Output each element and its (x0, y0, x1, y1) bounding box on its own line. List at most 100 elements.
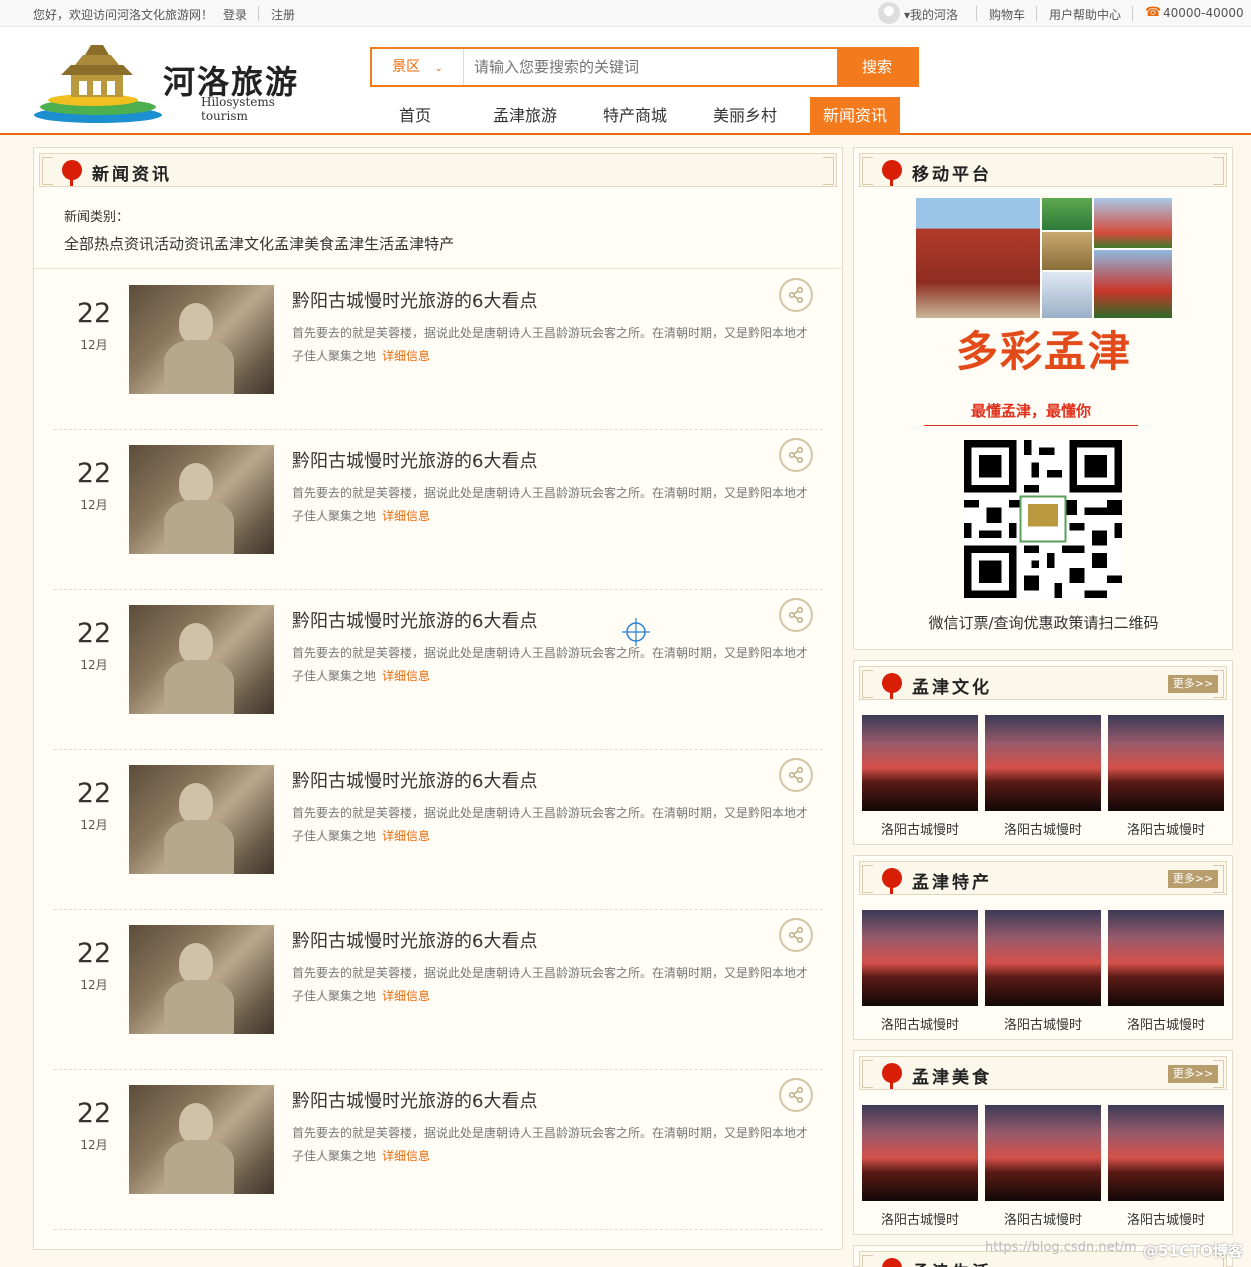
news-item: 22 12月 黔阳古城慢时光旅游的6大看点 首先要去的就是芙蓉楼，据说此处是唐朝诗人王… (54, 590, 823, 750)
nav-mengjin-tourism[interactable]: 孟津旅游 (480, 97, 570, 135)
news-thumbnail[interactable] (129, 605, 274, 714)
news-thumbnail[interactable] (129, 765, 274, 874)
sunset-thumbnail[interactable] (985, 1105, 1101, 1201)
cart-link[interactable]: 购物车 (989, 6, 1025, 23)
divider (1132, 6, 1133, 21)
lantern-icon (882, 1258, 902, 1267)
lantern-icon (882, 868, 902, 894)
nav-news[interactable]: 新闻资讯 (810, 97, 900, 135)
avatar[interactable] (878, 2, 900, 24)
nav-beautiful-village[interactable]: 美丽乡村 (700, 97, 790, 135)
side-section-caption[interactable]: 洛阳古城慢时 (985, 1014, 1101, 1033)
news-title[interactable]: 黔阳古城慢时光旅游的6大看点 (292, 1087, 537, 1113)
category-link[interactable]: 活动资讯 (154, 235, 214, 253)
news-month: 12月 (80, 978, 108, 992)
category-link[interactable]: 孟津特产 (394, 235, 454, 253)
sunset-thumbnail[interactable] (862, 910, 978, 1006)
side-section-caption[interactable]: 洛阳古城慢时 (862, 1209, 978, 1228)
news-thumbnail[interactable] (129, 445, 274, 554)
side-section-caption[interactable]: 洛阳古城慢时 (1108, 1209, 1224, 1228)
side-section-caption[interactable]: 洛阳古城慢时 (862, 1014, 978, 1033)
scenic-collage-image (916, 198, 1172, 318)
news-day: 22 (76, 458, 112, 489)
news-title[interactable]: 黔阳古城慢时光旅游的6大看点 (292, 447, 537, 473)
detail-link[interactable]: 详细信息 (382, 669, 430, 683)
news-thumbnail[interactable] (129, 925, 274, 1034)
phone-number: 40000-40000 (1163, 6, 1244, 20)
share-icon[interactable] (779, 1078, 813, 1112)
side-section-card[interactable]: 洛阳古城慢时 (1108, 910, 1224, 1033)
detail-link[interactable]: 详细信息 (382, 509, 430, 523)
search-category-label: 景区 (392, 59, 421, 75)
category-link[interactable]: 孟津文化 (214, 235, 274, 253)
news-desc-text: 首先要去的就是芙蓉楼，据说此处是唐朝诗人王昌龄游玩会客之所。在清朝时期，又是黔阳… (292, 806, 809, 843)
side-section-card[interactable]: 洛阳古城慢时 (862, 715, 978, 838)
share-icon[interactable] (779, 278, 813, 312)
qr-code-icon[interactable] (964, 440, 1122, 598)
more-button[interactable]: 更多>> (1168, 870, 1218, 888)
divider (34, 268, 843, 269)
share-icon[interactable] (779, 438, 813, 472)
more-button[interactable]: 更多>> (1168, 675, 1218, 693)
nav-specialty-mall[interactable]: 特产商城 (590, 97, 680, 135)
side-section-caption[interactable]: 洛阳古城慢时 (1108, 819, 1224, 838)
side-section-panel: 孟津文化 更多>> 洛阳古城慢时 洛阳古城慢时 洛阳古城慢时 (853, 660, 1233, 845)
my-account-link[interactable]: ▾我的河洛 (904, 6, 958, 23)
news-day: 22 (76, 298, 112, 329)
share-icon[interactable] (779, 758, 813, 792)
side-section-card[interactable]: 洛阳古城慢时 (1108, 715, 1224, 838)
divider (976, 6, 977, 21)
category-link[interactable]: 孟津美食 (274, 235, 334, 253)
nav-home[interactable]: 首页 (380, 97, 450, 135)
news-title[interactable]: 黔阳古城慢时光旅游的6大看点 (292, 927, 537, 953)
search-input[interactable] (464, 49, 838, 85)
sunset-thumbnail[interactable] (1108, 715, 1224, 811)
category-link[interactable]: 孟津生活 (334, 235, 394, 253)
register-link[interactable]: 注册 (271, 6, 295, 23)
search-category-select[interactable]: 景区 ⌄ (372, 49, 464, 85)
sunset-thumbnail[interactable] (985, 910, 1101, 1006)
side-section-card[interactable]: 洛阳古城慢时 (985, 715, 1101, 838)
side-section-caption[interactable]: 洛阳古城慢时 (862, 819, 978, 838)
category-link[interactable]: 全部 (64, 235, 94, 253)
news-month: 12月 (80, 658, 108, 672)
detail-link[interactable]: 详细信息 (382, 989, 430, 1003)
detail-link[interactable]: 详细信息 (382, 829, 430, 843)
detail-link[interactable]: 详细信息 (382, 1149, 430, 1163)
news-panel-title: 新闻资讯 (92, 165, 172, 185)
share-icon[interactable] (779, 918, 813, 952)
side-section-card[interactable]: 洛阳古城慢时 (985, 1105, 1101, 1228)
more-button[interactable]: 更多>> (1168, 1065, 1218, 1083)
sunset-thumbnail[interactable] (985, 715, 1101, 811)
mobile-slogan: 最懂孟津，最懂你 (924, 400, 1138, 426)
site-logo[interactable]: 河洛旅游 Hilosystems tourism (33, 37, 323, 127)
news-thumbnail[interactable] (129, 285, 274, 394)
side-section-card[interactable]: 洛阳古城慢时 (862, 1105, 978, 1228)
side-section-title: 孟津文化 (912, 678, 992, 698)
side-section-card[interactable]: 洛阳古城慢时 (862, 910, 978, 1033)
side-section-header: 孟津文化 更多>> (859, 666, 1227, 700)
side-section-caption[interactable]: 洛阳古城慢时 (985, 819, 1101, 838)
help-center-link[interactable]: 用户帮助中心 (1049, 6, 1121, 23)
news-title[interactable]: 黔阳古城慢时光旅游的6大看点 (292, 607, 537, 633)
login-link[interactable]: 登录 (223, 6, 247, 23)
sunset-thumbnail[interactable] (1108, 910, 1224, 1006)
share-icon[interactable] (779, 598, 813, 632)
news-description: 首先要去的就是芙蓉楼，据说此处是唐朝诗人王昌龄游玩会客之所。在清朝时期，又是黔阳… (292, 642, 817, 688)
detail-link[interactable]: 详细信息 (382, 349, 430, 363)
sunset-thumbnail[interactable] (1108, 1105, 1224, 1201)
side-section-card[interactable]: 洛阳古城慢时 (985, 910, 1101, 1033)
side-section-caption[interactable]: 洛阳古城慢时 (985, 1209, 1101, 1228)
news-title[interactable]: 黔阳古城慢时光旅游的6大看点 (292, 287, 537, 313)
news-title[interactable]: 黔阳古城慢时光旅游的6大看点 (292, 767, 537, 793)
side-section-caption[interactable]: 洛阳古城慢时 (1108, 1014, 1224, 1033)
news-description: 首先要去的就是芙蓉楼，据说此处是唐朝诗人王昌龄游玩会客之所。在清朝时期，又是黔阳… (292, 322, 817, 368)
side-section-card[interactable]: 洛阳古城慢时 (1108, 1105, 1224, 1228)
side-section-title: 孟津特产 (912, 873, 992, 893)
news-thumbnail[interactable] (129, 1085, 274, 1194)
sunset-thumbnail[interactable] (862, 1105, 978, 1201)
sunset-thumbnail[interactable] (862, 715, 978, 811)
category-link[interactable]: 热点资讯 (94, 235, 154, 253)
news-item: 22 12月 黔阳古城慢时光旅游的6大看点 首先要去的就是芙蓉楼，据说此处是唐朝诗人王… (54, 910, 823, 1070)
search-button[interactable]: 搜索 (837, 49, 917, 85)
